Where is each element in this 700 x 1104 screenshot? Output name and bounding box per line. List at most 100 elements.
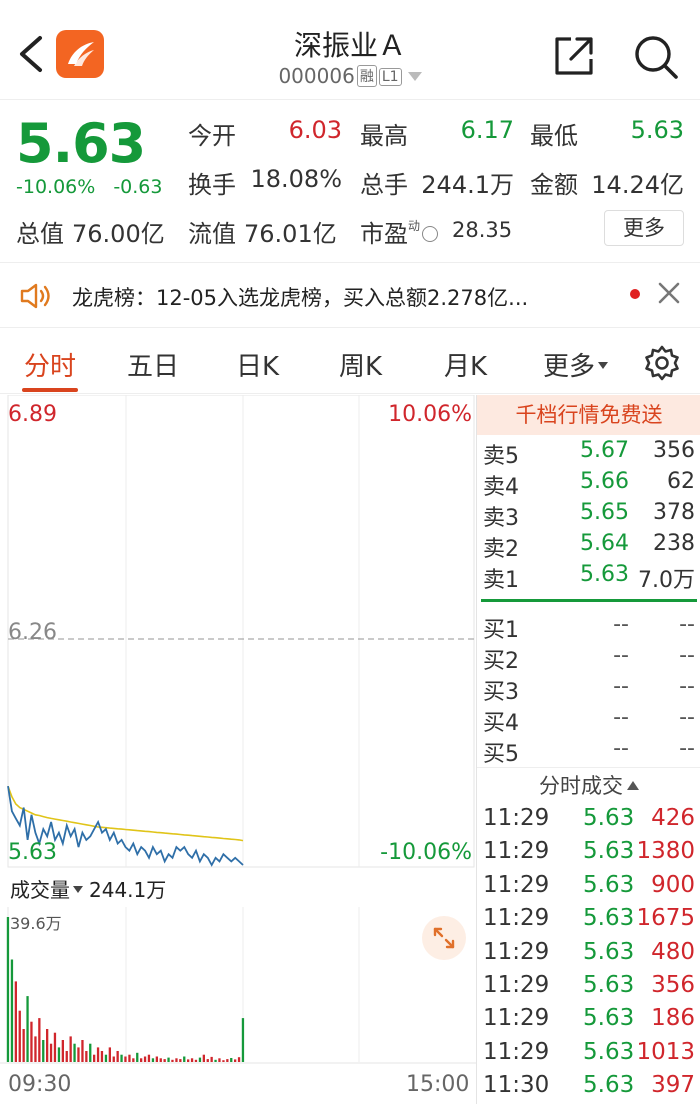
turnover-label: 换手 [188, 171, 236, 199]
volume-bar [210, 1056, 213, 1062]
volume-bar [175, 1058, 178, 1062]
tab-monthly-k[interactable]: 月K [444, 346, 487, 383]
amount-value: 14.24亿 [591, 171, 684, 199]
y-top-price: 6.89 [8, 402, 57, 427]
volume-bar [108, 1047, 111, 1062]
trade-row: 11:29 5.63 900 [477, 872, 700, 905]
expand-icon[interactable] [422, 916, 466, 960]
current-price: 5.63 [16, 112, 146, 175]
trade-time: 11:29 [483, 1005, 550, 1032]
trade-price: 5.63 [583, 871, 635, 898]
ask-row[interactable]: 卖1 5.63 7.0万 [477, 562, 700, 593]
volume-bar [226, 1059, 229, 1062]
volume-header[interactable]: 成交量 244.1万 [10, 874, 166, 903]
stock-name: 深振业Ａ [293, 29, 406, 62]
volume-bar [234, 1059, 237, 1062]
volume-bar [128, 1054, 131, 1062]
level-price: -- [613, 612, 629, 637]
change-amount: -0.63 [113, 176, 163, 198]
volume-bar [46, 1029, 49, 1062]
volume-bar [151, 1058, 155, 1062]
bid-row[interactable]: 买5 -- -- [477, 736, 700, 767]
tab-daily-k[interactable]: 日K [236, 346, 279, 383]
volume-bar [206, 1059, 209, 1062]
tab-five-day[interactable]: 五日 [127, 346, 179, 383]
level-quantity: -- [679, 736, 695, 761]
trade-time: 11:29 [483, 838, 550, 865]
trades-header[interactable]: 分时成交 [477, 767, 700, 800]
volume-bar [194, 1059, 198, 1062]
gear-icon[interactable] [643, 344, 681, 382]
level-label: 买2 [483, 649, 519, 674]
mktcap-value: 76.00亿 [72, 220, 165, 248]
volume-bar [73, 1043, 76, 1062]
pe-value: 28.35 [452, 218, 513, 242]
level-label: 卖5 [483, 444, 519, 469]
ask-row[interactable]: 卖4 5.66 62 [477, 469, 700, 500]
volume-bar [81, 1040, 84, 1062]
level-quantity: -- [679, 612, 695, 637]
close-icon[interactable] [656, 280, 682, 306]
trade-price: 5.63 [583, 1005, 635, 1032]
active-tab-indicator [22, 388, 78, 392]
level-price: 5.63 [580, 562, 629, 587]
dragon-tiger-text: 龙虎榜：12-05入选龙虎榜，买入总额2.278亿... [72, 286, 529, 310]
price-panel-frame [7, 395, 475, 868]
bid-row[interactable]: 买3 -- -- [477, 674, 700, 705]
volume-bar [26, 996, 29, 1062]
level-price: 5.67 [580, 438, 629, 463]
trade-row: 11:29 5.63 186 [477, 1005, 700, 1038]
top-bar: 深振业Ａ 000006 融 L1 [0, 0, 700, 100]
volume-bar [132, 1058, 135, 1062]
volume-bar [222, 1060, 225, 1062]
volume-max-label: 39.6万 [10, 914, 62, 933]
trade-row: 11:29 5.63 1013 [477, 1039, 700, 1072]
ask-row[interactable]: 卖5 5.67 356 [477, 438, 700, 469]
share-icon[interactable] [553, 35, 595, 77]
ask-row[interactable]: 卖3 5.65 378 [477, 500, 700, 531]
volume-bar [214, 1059, 217, 1062]
info-smile-icon[interactable] [422, 226, 439, 242]
more-stats-button[interactable]: 更多 [604, 210, 684, 246]
chart-canvas [0, 395, 476, 1064]
trade-quantity: 397 [651, 1072, 695, 1099]
trade-time: 11:29 [483, 1038, 550, 1065]
dragon-tiger-bar[interactable]: 龙虎榜：12-05入选龙虎榜，买入总额2.278亿... [0, 262, 700, 328]
level-quantity: -- [679, 643, 695, 668]
y-bottom-percent: -10.06% [380, 840, 472, 865]
tab-more[interactable]: 更多 [543, 346, 609, 383]
float-cap-label: 流值 [188, 220, 236, 248]
volume-bar [93, 1054, 96, 1062]
volume-bar [159, 1058, 162, 1062]
trade-row: 11:29 5.63 426 [477, 805, 700, 838]
trade-price: 5.63 [583, 805, 635, 831]
stock-code-row[interactable]: 000006 融 L1 [0, 64, 700, 88]
pe-label: 市盈动 [360, 214, 440, 249]
volume-bar [218, 1058, 221, 1062]
ask-row[interactable]: 卖2 5.64 238 [477, 531, 700, 562]
bid-row[interactable]: 买2 -- -- [477, 643, 700, 674]
tab-weekly-k[interactable]: 周K [339, 346, 382, 383]
level-label: 卖3 [483, 506, 519, 531]
trade-time: 11:29 [483, 871, 550, 898]
volume-bar [69, 1036, 72, 1062]
volume-bar [22, 1029, 25, 1062]
volume-bar [112, 1056, 115, 1062]
search-icon[interactable] [632, 33, 680, 81]
tab-intraday[interactable]: 分时 [24, 346, 76, 383]
level-label: 卖2 [483, 537, 519, 562]
volume-label: 总手 [360, 171, 408, 199]
level-quantity: -- [679, 674, 695, 699]
y-mid-price: 6.26 [8, 620, 57, 645]
trade-quantity: 480 [651, 938, 695, 965]
bid-row[interactable]: 买4 -- -- [477, 705, 700, 736]
level2-promo-banner[interactable]: 千档行情免费送 [477, 395, 700, 435]
order-book-panel: 千档行情免费送 卖5 5.67 356 卖4 5.66 62 卖3 5.65 378 卖2 5.64… [476, 395, 700, 1104]
bid-row[interactable]: 买1 -- -- [477, 612, 700, 643]
y-top-percent: 10.06% [388, 402, 472, 427]
volume-bar [237, 1057, 241, 1062]
intraday-chart[interactable] [0, 395, 476, 1104]
level-price: -- [613, 736, 629, 761]
trade-quantity: 1013 [636, 1038, 695, 1065]
time-start: 09:30 [8, 1072, 72, 1097]
